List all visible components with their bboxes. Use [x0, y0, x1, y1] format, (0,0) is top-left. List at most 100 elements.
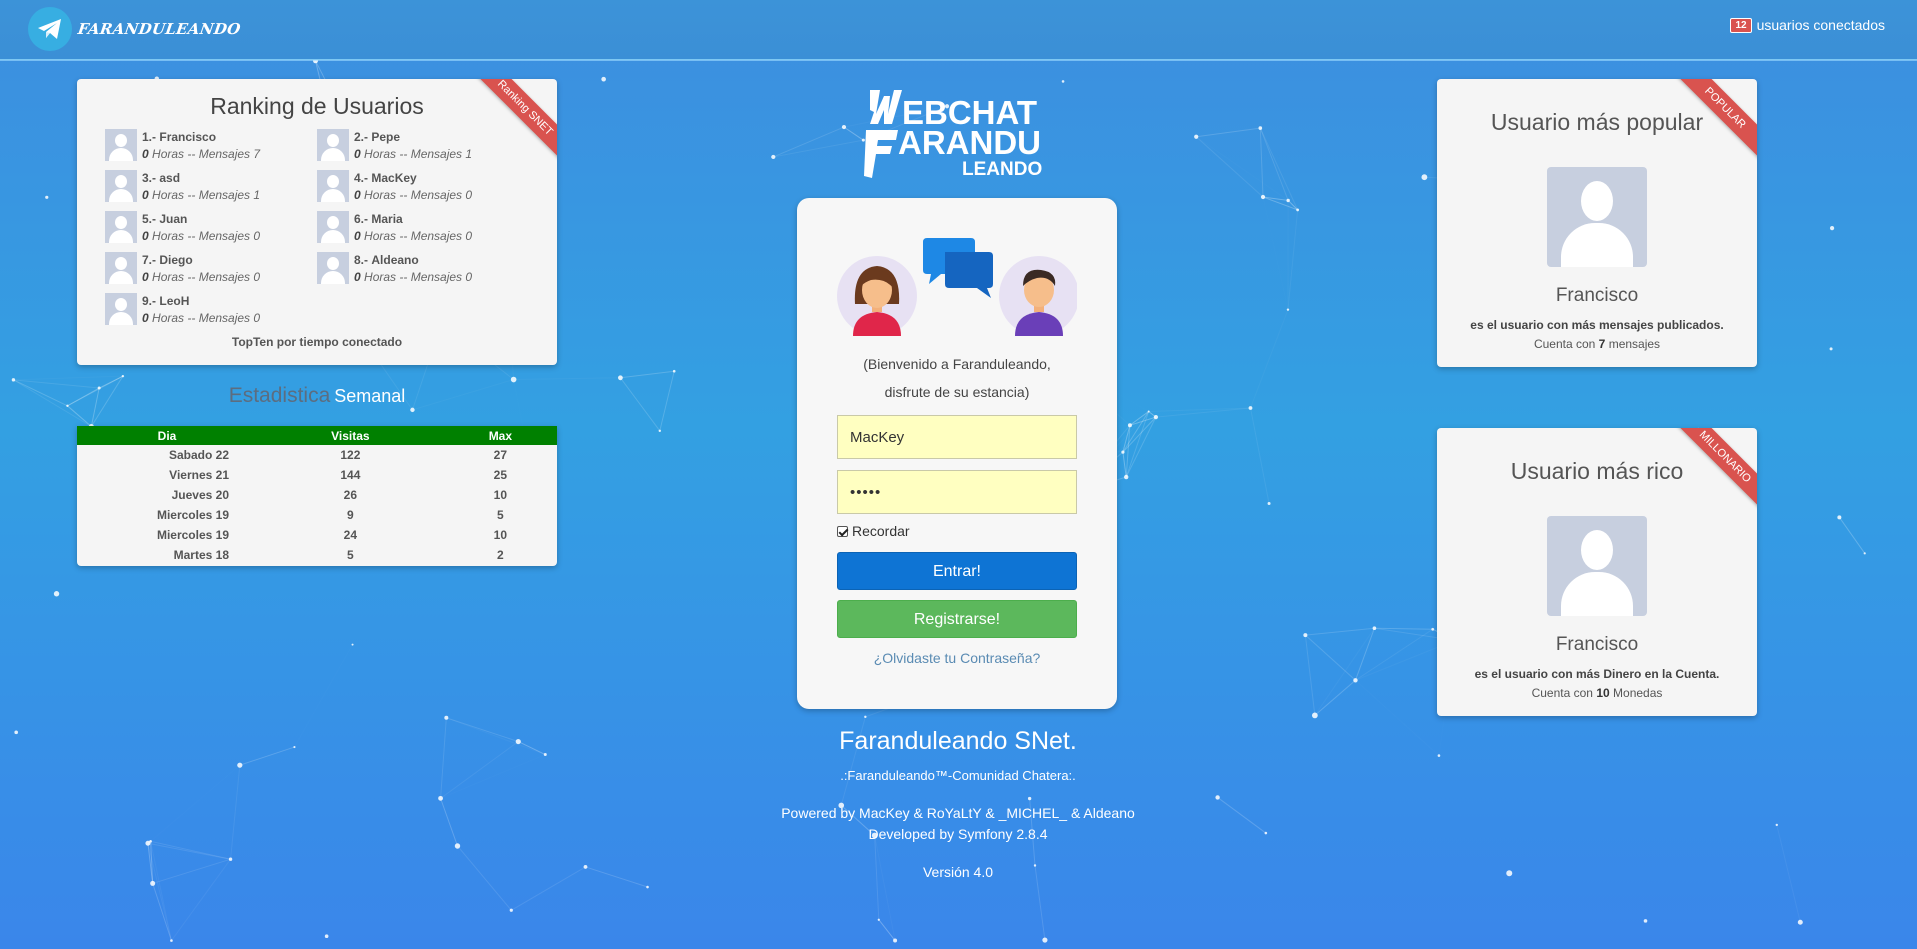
col-header-dia: Dia	[77, 426, 257, 445]
ranking-item[interactable]: 3.- asd 0 Horas -- Mensajes 1	[105, 170, 315, 206]
popular-count-pre: Cuenta con	[1533, 337, 1596, 351]
ranking-item[interactable]: 8.- Aldeano 0 Horas -- Mensajes 0	[317, 252, 527, 288]
rich-avatar[interactable]	[1547, 516, 1647, 616]
ranking-item[interactable]: 5.- Juan 0 Horas -- Mensajes 0	[105, 211, 315, 247]
ranking-stats: 0 Horas -- Mensajes 0	[142, 270, 261, 284]
user-avatar[interactable]	[105, 170, 137, 202]
stats-title-main: Estadistica	[228, 384, 331, 407]
rich-name: Francisco	[1555, 634, 1639, 655]
stats-visits: 122	[340, 448, 361, 462]
online-users-label: usuarios conectados	[1756, 17, 1885, 33]
remember-checkbox[interactable]	[837, 525, 848, 537]
stats-header-row: Dia Visitas Max	[77, 426, 557, 445]
popular-count-value: 7	[1598, 337, 1606, 351]
webchat-faranduleando-logo: EBCHAT ARANDU LEANDO	[864, 90, 1042, 180]
ranking-item[interactable]: 7.- Diego 0 Horas -- Mensajes 0	[105, 252, 315, 288]
stats-visits: 5	[347, 548, 354, 562]
username-input[interactable]: MacKey	[837, 415, 1077, 459]
footer-powered: Powered by MacKey & RoYaLtY & _MICHEL_ &…	[781, 805, 1135, 821]
rich-count: Cuenta con 10 Monedas	[1437, 686, 1757, 700]
user-avatar[interactable]	[317, 252, 349, 284]
popular-name: Francisco	[1555, 285, 1639, 306]
ranking-name: 3.- asd	[142, 171, 181, 185]
popular-title: Usuario más popular	[1490, 109, 1704, 135]
online-users[interactable]: 12 usuarios conectados	[1730, 17, 1885, 33]
ranking-name: 8.- Aldeano	[354, 253, 419, 267]
stats-visits: 144	[340, 468, 361, 482]
stats-max: 5	[497, 508, 504, 522]
login-button[interactable]: Entrar!	[837, 552, 1077, 590]
stats-row: Jueves 20 26 10	[77, 485, 557, 505]
brand-logo[interactable]: FARANDULEANDO	[28, 6, 242, 52]
ranking-item[interactable]: 1.- Francisco 0 Horas -- Mensajes 7	[105, 129, 315, 165]
user-avatar[interactable]	[105, 129, 137, 161]
stats-day: Martes 18	[173, 548, 229, 562]
forgot-password-link[interactable]: ¿Olvidaste tu Contraseña?	[797, 650, 1117, 666]
user-avatar[interactable]	[105, 211, 137, 243]
stats-row: Viernes 21 144 25	[77, 465, 557, 485]
ranking-panel: Ranking SNET Ranking de Usuarios 1.- Fra…	[77, 79, 557, 365]
stats-max: 27	[493, 448, 508, 462]
stats-day: Viernes 21	[169, 468, 229, 482]
ranking-stats: 0 Horas -- Mensajes 7	[142, 147, 261, 161]
password-input[interactable]: •••••	[837, 470, 1077, 514]
ranking-footer: TopTen por tiempo conectado	[231, 335, 403, 349]
register-button[interactable]: Registrarse!	[837, 600, 1077, 638]
ranking-stats: 0 Horas -- Mensajes 0	[354, 188, 473, 202]
user-avatar[interactable]	[105, 293, 137, 325]
col-header-max: Max	[443, 426, 557, 445]
stats-day: Jueves 20	[171, 488, 229, 502]
richest-user-panel: MILLONARIO Usuario más rico Francisco es…	[1437, 428, 1757, 716]
ranking-title: Ranking de Usuarios	[210, 93, 424, 119]
ranking-item[interactable]: 2.- Pepe 0 Horas -- Mensajes 1	[317, 129, 527, 165]
user-avatar[interactable]	[317, 211, 349, 243]
user-avatar[interactable]	[317, 129, 349, 161]
ranking-name: 7.- Diego	[142, 253, 193, 267]
ranking-stats: 0 Horas -- Mensajes 0	[142, 311, 261, 325]
ranking-name: 9.- LeoH	[142, 294, 190, 308]
stats-day: Miercoles 19	[156, 508, 229, 522]
rich-title: Usuario más rico	[1510, 458, 1684, 484]
ranking-name: 6.- Maria	[354, 212, 403, 226]
popular-avatar[interactable]	[1547, 167, 1647, 267]
rich-desc: es el usuario con más Dinero en la Cuent…	[1474, 667, 1720, 681]
stats-row: Miercoles 19 24 10	[77, 525, 557, 545]
footer-brand: Faranduleando SNet.	[839, 727, 1077, 755]
stats-title: Estadistica Semanal	[77, 384, 557, 408]
welcome-line-1: (Bienvenido a Faranduleando,	[863, 356, 1051, 372]
stats-max: 10	[493, 528, 508, 542]
ranking-item[interactable]: 9.- LeoH 0 Horas -- Mensajes 0	[105, 293, 315, 329]
rich-count-post: Monedas	[1613, 686, 1663, 700]
stats-visits: 24	[343, 528, 358, 542]
logo-line-3: LEANDO	[962, 159, 1042, 180]
stats-title-sub: Semanal	[334, 386, 406, 406]
ranking-stats: 0 Horas -- Mensajes 1	[354, 147, 473, 161]
online-count-badge: 12	[1730, 17, 1752, 33]
footer-developed: Developed by Symfony 2.8.4	[868, 826, 1048, 842]
ranking-stats: 0 Horas -- Mensajes 1	[142, 188, 261, 202]
weekly-stats-table: Dia Visitas Max Sabado 22 122 27 Viernes 21…	[77, 426, 557, 565]
ranking-item[interactable]: 4.- MacKey 0 Horas -- Mensajes 0	[317, 170, 527, 206]
remember-me[interactable]: Recordar	[837, 523, 910, 539]
rich-count-pre: Cuenta con	[1531, 686, 1593, 700]
ranking-name: 4.- MacKey	[354, 171, 417, 185]
login-card: (Bienvenido a Faranduleando, disfrute de…	[797, 198, 1117, 709]
col-header-visitas: Visitas	[257, 426, 444, 445]
welcome-text: (Bienvenido a Faranduleando, disfrute de…	[797, 350, 1117, 406]
stats-visits: 9	[347, 508, 354, 522]
ranking-item[interactable]: 6.- Maria 0 Horas -- Mensajes 0	[317, 211, 527, 247]
stats-day: Miercoles 19	[156, 528, 229, 542]
user-avatar[interactable]	[317, 170, 349, 202]
stats-visits: 26	[343, 488, 358, 502]
stats-row: Miercoles 19 9 5	[77, 505, 557, 525]
brand-name: FARANDULEANDO	[76, 20, 242, 38]
rich-count-value: 10	[1596, 686, 1610, 700]
footer-tagline: .:Faranduleando™-Comunidad Chatera:.	[840, 768, 1076, 783]
ranking-name: 1.- Francisco	[142, 130, 217, 144]
ranking-name: 2.- Pepe	[354, 130, 401, 144]
stats-row: Sabado 22 122 27	[77, 445, 557, 465]
remember-label: Recordar	[852, 523, 910, 539]
user-avatar[interactable]	[105, 252, 137, 284]
stats-row: Martes 18 5 2	[77, 545, 557, 565]
stats-day: Sabado 22	[168, 448, 229, 462]
